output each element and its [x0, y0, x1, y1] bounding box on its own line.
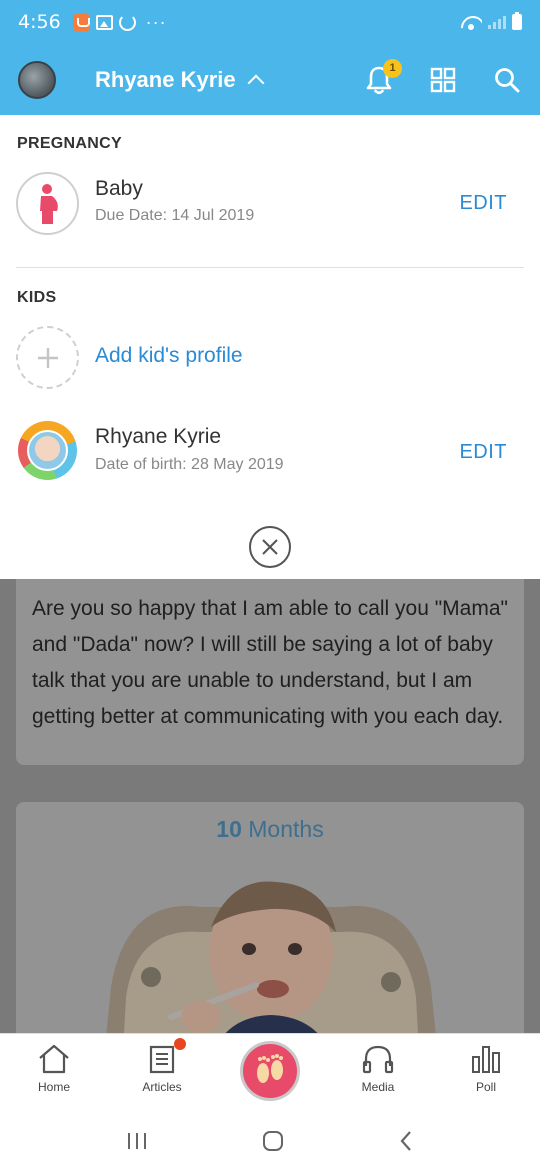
- profile-switcher-sheet: PREGNANCY Baby Due Date: 14 Jul 2019 EDI…: [0, 115, 540, 579]
- search-icon: [495, 67, 520, 92]
- nav-poll[interactable]: Poll: [446, 1044, 526, 1094]
- baby-photo: [106, 881, 436, 1033]
- pregnancy-section-label: PREGNANCY: [17, 135, 122, 152]
- close-sheet-button[interactable]: [249, 526, 291, 568]
- pregnancy-due-date: Due Date: 14 Jul 2019: [95, 207, 255, 224]
- pregnant-woman-icon: [39, 183, 58, 224]
- kid-avatar[interactable]: [18, 421, 77, 480]
- nav-poll-label: Poll: [475, 1080, 496, 1094]
- back-icon[interactable]: [398, 1130, 414, 1152]
- section-divider: [16, 267, 524, 268]
- pregnancy-title[interactable]: Baby: [95, 177, 143, 201]
- status-bar: 4:56 ···: [0, 0, 540, 44]
- wifi-icon: [460, 14, 482, 30]
- system-navigation-bar: [0, 1111, 540, 1170]
- chevron-up-icon[interactable]: [247, 74, 265, 91]
- milestone-card: 10 Months: [16, 802, 524, 1033]
- feed-overlay[interactable]: Are you so happy that I am able to call …: [0, 579, 540, 1033]
- status-notification-icons: ···: [72, 11, 167, 33]
- nav-home-label: Home: [37, 1080, 70, 1094]
- profile-name[interactable]: Rhyane Kyrie: [95, 67, 236, 93]
- edit-pregnancy-button[interactable]: EDIT: [459, 192, 507, 215]
- age-unit: Months: [248, 816, 324, 842]
- add-kid-link[interactable]: Add kid's profile: [95, 344, 243, 368]
- grid-icon: [430, 67, 456, 92]
- profile-avatar[interactable]: [18, 60, 56, 99]
- app-notification-icon: [72, 13, 90, 31]
- kid-name[interactable]: Rhyane Kyrie: [95, 425, 221, 449]
- gallery-icon: [95, 14, 113, 30]
- bottom-navigation: Home Articles Media Poll: [0, 1033, 540, 1111]
- nav-media[interactable]: Media: [338, 1044, 418, 1094]
- grid-button[interactable]: [428, 65, 458, 95]
- kid-dob: Date of birth: 28 May 2019: [95, 456, 284, 473]
- search-button[interactable]: [492, 65, 522, 95]
- pregnancy-avatar: [16, 172, 79, 235]
- more-notifications-icon: ···: [145, 11, 167, 32]
- kids-section-label: KIDS: [17, 289, 57, 306]
- headphones-icon: [362, 1045, 394, 1074]
- nav-home[interactable]: Home: [14, 1044, 94, 1094]
- status-system-icons: [460, 12, 522, 30]
- edit-kid-button[interactable]: EDIT: [459, 441, 507, 464]
- age-label: 10 Months: [16, 816, 524, 843]
- app-header: Rhyane Kyrie 1: [0, 44, 540, 115]
- poll-icon: [472, 1046, 500, 1073]
- message-card: Are you so happy that I am able to call …: [16, 579, 524, 765]
- nav-center-button[interactable]: [240, 1041, 300, 1101]
- home-system-icon[interactable]: [261, 1129, 285, 1153]
- nav-media-label: Media: [361, 1080, 395, 1094]
- articles-icon: [149, 1045, 175, 1074]
- home-icon: [39, 1044, 69, 1074]
- recent-apps-icon[interactable]: [126, 1131, 148, 1151]
- articles-badge: [174, 1038, 186, 1050]
- nav-articles[interactable]: Articles: [122, 1038, 202, 1094]
- message-text: Are you so happy that I am able to call …: [32, 597, 508, 728]
- plus-icon: [37, 347, 58, 368]
- header-actions: 1: [364, 58, 522, 95]
- age-number: 10: [216, 816, 242, 842]
- nav-articles-label: Articles: [142, 1080, 182, 1094]
- footprints-icon: [257, 1054, 283, 1083]
- status-time: 4:56: [18, 11, 61, 33]
- signal-icon: [488, 15, 506, 29]
- sync-icon: [118, 13, 136, 31]
- notification-badge: 1: [383, 58, 402, 78]
- close-icon: [262, 539, 278, 555]
- notifications-button[interactable]: 1: [364, 58, 402, 95]
- add-kid-button[interactable]: [16, 326, 79, 389]
- battery-icon: [512, 12, 522, 30]
- kid-photo: [27, 430, 68, 471]
